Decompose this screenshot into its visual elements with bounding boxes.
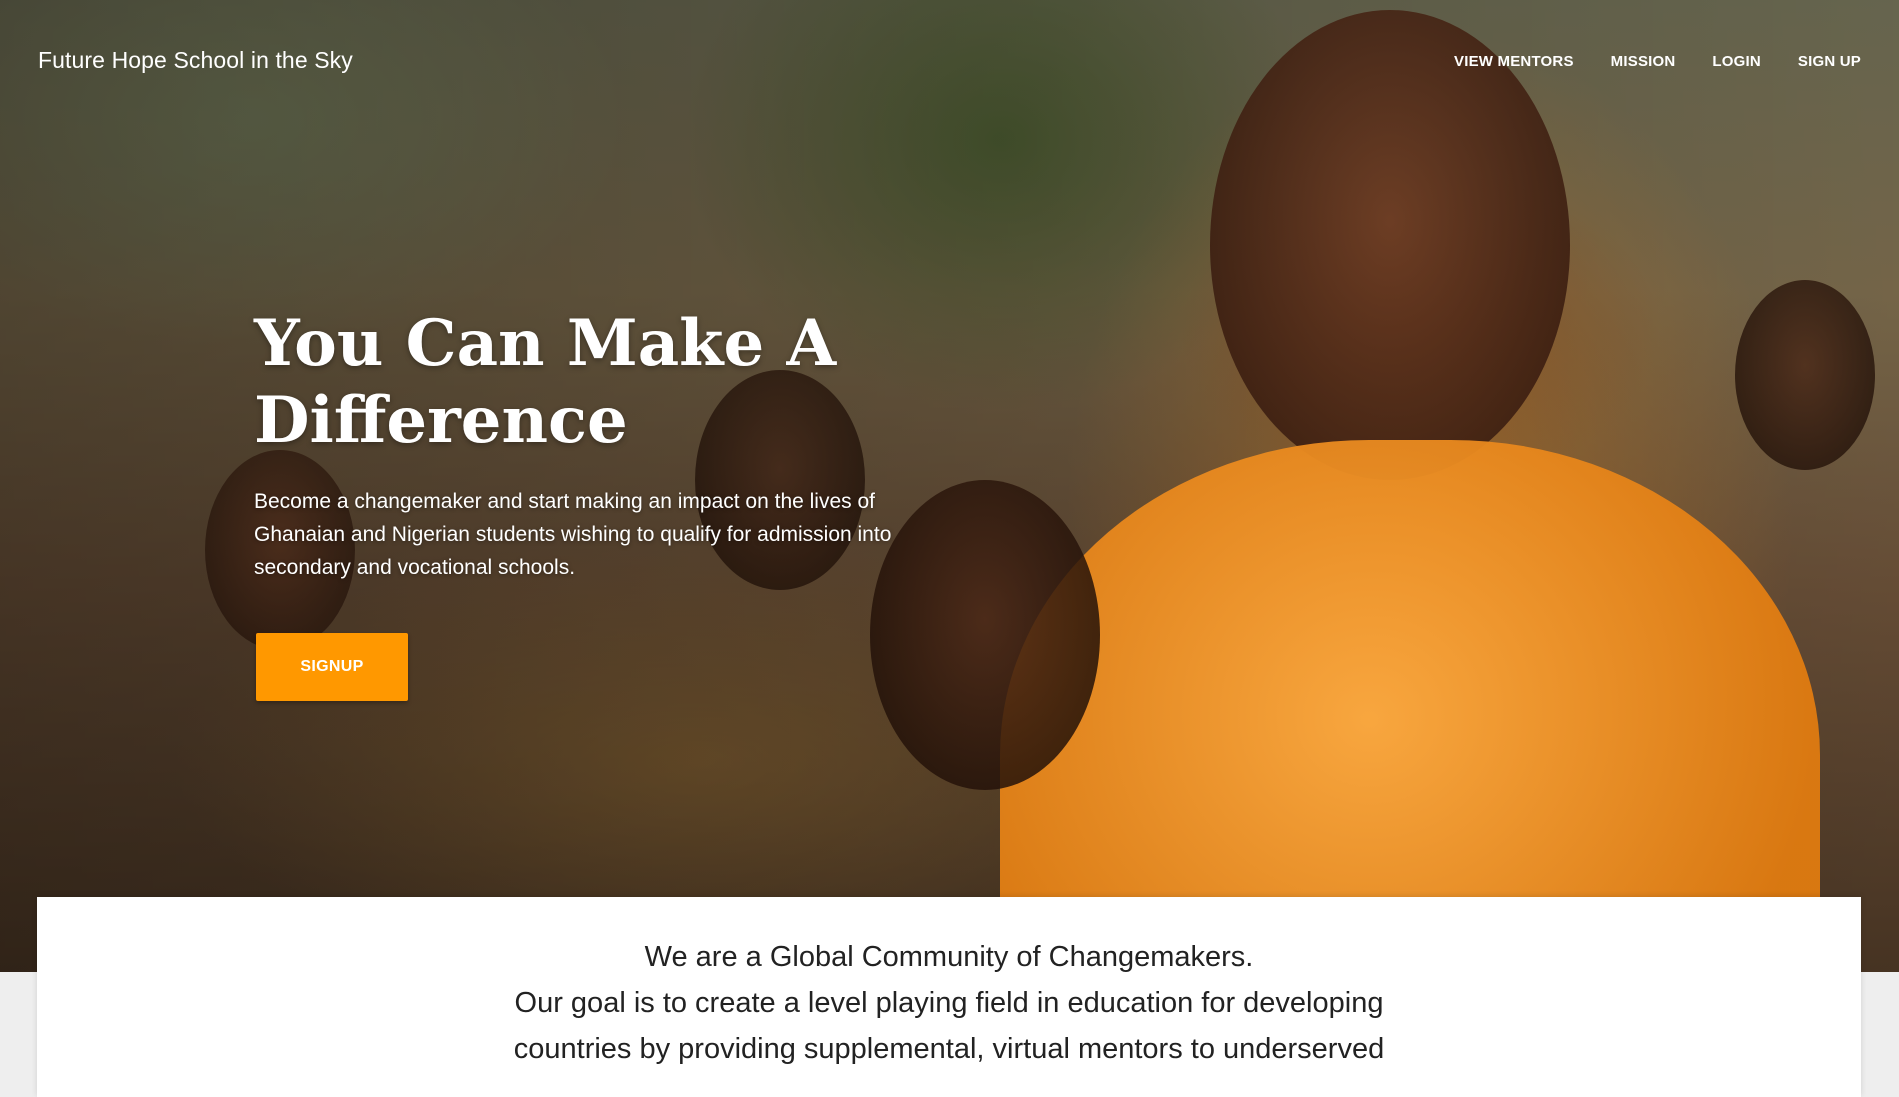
goal-statement: Our goal is to create a level playing fi… (513, 987, 1385, 1065)
nav-sign-up[interactable]: SIGN UP (1798, 53, 1861, 70)
brand-logo-link[interactable]: Future Hope School in the Sky (38, 47, 353, 74)
hero-subtext: Become a changemaker and start making an… (254, 490, 892, 579)
hero-photo-child-right (1735, 280, 1875, 470)
nav-mission[interactable]: MISSION (1611, 53, 1676, 70)
hero-photo-shirt-foreground (1000, 440, 1820, 972)
hero-section: Future Hope School in the Sky VIEW MENTO… (0, 0, 1899, 972)
nav-login[interactable]: LOGIN (1712, 53, 1761, 70)
hero-headline: You Can Make A Difference (254, 306, 837, 458)
top-nav: VIEW MENTORS MISSION LOGIN SIGN UP (1417, 53, 1861, 70)
community-statement: We are a Global Community of Changemaker… (644, 941, 1254, 973)
hero-photo-child-foreground (1210, 10, 1570, 480)
signup-button[interactable]: SIGNUP (256, 633, 408, 701)
nav-view-mentors[interactable]: VIEW MENTORS (1454, 53, 1574, 70)
about-card: We are a Global Community of Changemaker… (37, 897, 1861, 1097)
